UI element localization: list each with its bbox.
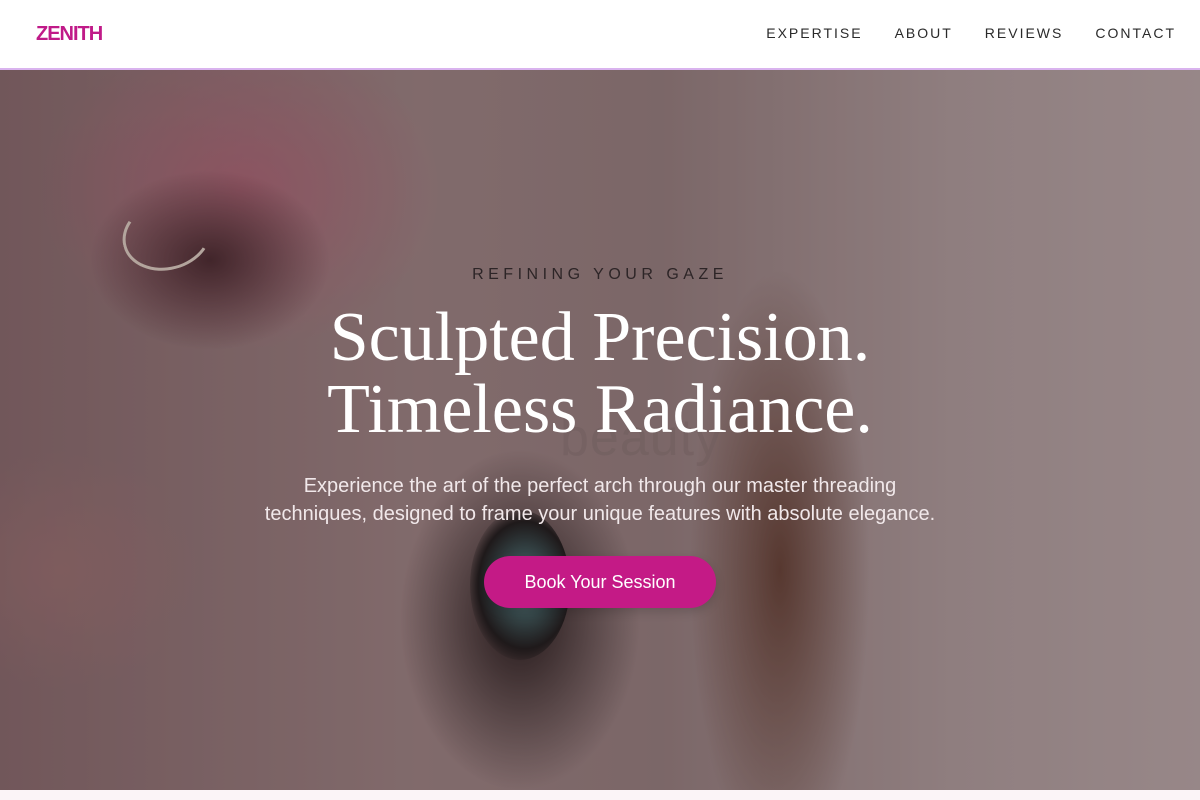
main-nav: EXPERTISE ABOUT REVIEWS CONTACT — [766, 25, 1176, 43]
book-session-button[interactable]: Book Your Session — [484, 556, 716, 608]
nav-link-reviews[interactable]: REVIEWS — [985, 25, 1064, 41]
next-section-edge — [0, 790, 1200, 800]
nav-link-about[interactable]: ABOUT — [895, 25, 953, 41]
hero-content: REFINING YOUR GAZE Sculpted Precision. T… — [0, 70, 1200, 790]
nav-item: ABOUT — [895, 25, 953, 43]
nav-item: EXPERTISE — [766, 25, 862, 43]
nav-link-contact[interactable]: CONTACT — [1095, 25, 1176, 41]
nav-item: REVIEWS — [985, 25, 1064, 43]
brand-logo[interactable]: ZENITH — [36, 23, 103, 46]
nav-list: EXPERTISE ABOUT REVIEWS CONTACT — [766, 25, 1176, 43]
hero-description: Experience the art of the perfect arch t… — [264, 475, 936, 525]
site-header: ZENITH EXPERTISE ABOUT REVIEWS CONTACT — [0, 0, 1200, 70]
headline-line-2: Timeless Radiance. — [327, 371, 873, 448]
nav-item: CONTACT — [1095, 25, 1176, 43]
hero-kicker: REFINING YOUR GAZE — [472, 266, 728, 283]
headline-line-1: Sculpted Precision. — [329, 299, 871, 376]
hero-section: beauty REFINING YOUR GAZE Sculpted Preci… — [0, 70, 1200, 790]
hero-headline: Sculpted Precision. Timeless Radiance. — [327, 302, 873, 446]
nav-link-expertise[interactable]: EXPERTISE — [766, 25, 862, 41]
